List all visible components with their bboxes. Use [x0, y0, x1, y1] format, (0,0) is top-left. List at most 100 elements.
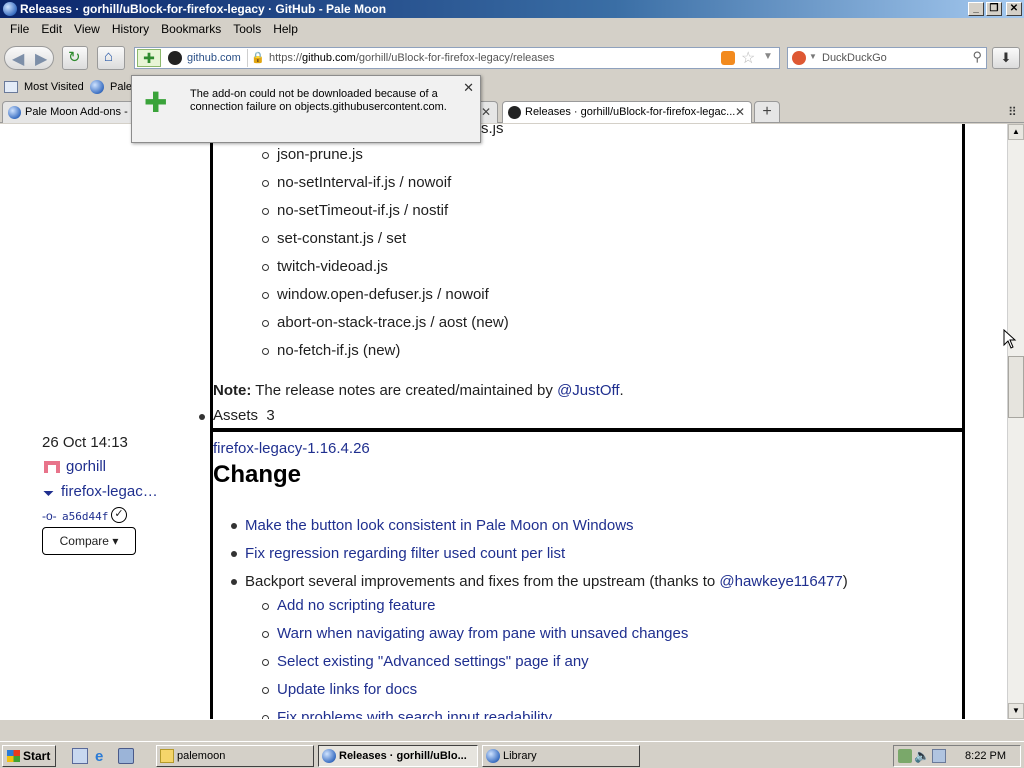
subchange-link[interactable]: Fix problems with search input readabili… [277, 709, 552, 719]
bookmark-star-icon[interactable]: ☆ [741, 48, 755, 68]
subchange-link[interactable]: Add no scripting feature [277, 597, 435, 614]
bookmark-pale[interactable]: Pale [110, 81, 132, 93]
list-item: twitch-videoad.js [277, 258, 388, 275]
bullet-circle [262, 659, 269, 666]
hawkeye-link[interactable]: @hawkeye116477 [719, 573, 842, 590]
page-content: s.js json-prune.js no-setInterval-if.js … [0, 124, 1007, 719]
change-link[interactable]: Fix regression regarding filter used cou… [245, 545, 565, 562]
verified-check-icon: ✓ [111, 507, 127, 523]
search-engine-dropdown-icon[interactable]: ▼ [809, 52, 817, 61]
scroll-thumb[interactable] [1008, 356, 1024, 418]
site-identity[interactable]: github.com [165, 49, 248, 67]
new-tab-button[interactable]: + [754, 101, 780, 123]
close-window-button[interactable]: ✕ [1006, 2, 1022, 16]
change-item: Backport several improvements and fixes … [245, 573, 848, 590]
close-tab-icon[interactable]: ✕ [481, 105, 491, 119]
url-dropdown-icon[interactable]: ▼ [763, 51, 773, 62]
release-note: Note: The release notes are created/main… [213, 382, 624, 399]
list-item: abort-on-stack-trace.js / aost (new) [277, 314, 509, 331]
menu-file[interactable]: File [4, 22, 35, 36]
release-border-right-2 [962, 430, 965, 719]
menu-tools[interactable]: Tools [227, 22, 267, 36]
tray-app-icon[interactable] [932, 749, 946, 763]
back-forward-button[interactable]: ◀ ▶ [4, 46, 54, 70]
home-button[interactable]: ⌂ [97, 46, 125, 70]
quicklaunch-app-icon[interactable] [118, 748, 134, 764]
bullet-circle [262, 687, 269, 694]
show-desktop-icon[interactable] [72, 748, 88, 764]
volume-icon[interactable]: 🔈 [914, 748, 930, 764]
reload-button[interactable]: ↻ [62, 46, 88, 70]
status-bar [0, 719, 1024, 740]
tab-list-icon[interactable]: ⠿ [1008, 105, 1017, 119]
list-item: window.open-defuser.js / nowoif [277, 286, 489, 303]
addon-puzzle-icon[interactable]: ✚ [137, 49, 161, 67]
mouse-cursor-icon [1003, 329, 1017, 349]
network-icon[interactable] [898, 749, 912, 763]
subchange-link[interactable]: Select existing "Advanced settings" page… [277, 653, 589, 670]
downloads-button[interactable]: ⬇ [992, 47, 1020, 69]
popup-close-icon[interactable]: ✕ [463, 80, 474, 96]
compare-button[interactable]: Compare ▾ [42, 527, 136, 555]
internet-explorer-icon[interactable]: e [95, 748, 111, 765]
scroll-up-icon[interactable]: ▲ [1008, 124, 1024, 140]
commit-link[interactable]: a56d44f [62, 510, 108, 523]
tag-link[interactable]: firefox-legac… [61, 483, 158, 500]
subchange-link[interactable]: Update links for docs [277, 681, 417, 698]
task-library[interactable]: Library [482, 745, 640, 767]
windows-flag-icon [7, 750, 20, 762]
menu-edit[interactable]: Edit [35, 22, 68, 36]
address-bar[interactable]: ✚ github.com 🔒 https://github.com/gorhil… [134, 47, 780, 69]
bullet-circle [262, 292, 269, 299]
caret-down-icon: ▾ [112, 534, 119, 548]
back-arrow-icon[interactable]: ◀ [12, 49, 24, 69]
duckduckgo-icon[interactable] [792, 51, 806, 65]
change-link[interactable]: Make the button look consistent in Pale … [245, 517, 634, 534]
close-tab-icon[interactable]: ✕ [735, 105, 745, 119]
url-text[interactable]: https://github.com/gorhill/uBlock-for-fi… [269, 48, 555, 68]
tab-releases[interactable]: Releases · gorhill/uBlock-for-firefox-le… [502, 101, 752, 123]
list-item: no-setTimeout-if.js / nostif [277, 202, 449, 219]
author-avatar-icon [44, 460, 60, 473]
vertical-scrollbar[interactable]: ▲ ▼ [1007, 124, 1024, 719]
tag-icon: ⏷ [43, 485, 55, 501]
scroll-down-icon[interactable]: ▼ [1008, 703, 1024, 719]
github-icon [168, 51, 182, 65]
author-link[interactable]: gorhill [66, 458, 106, 475]
folder-icon [160, 749, 174, 763]
menu-bookmarks[interactable]: Bookmarks [155, 22, 227, 36]
bookmark-most-visited[interactable]: Most Visited [24, 81, 84, 93]
partial-list-item: s.js [481, 124, 504, 137]
bullet-circle [262, 631, 269, 638]
rss-icon[interactable] [721, 51, 735, 65]
commit-icon: -o- [42, 509, 57, 523]
download-arrow-icon: ⬇ [1000, 50, 1012, 65]
menu-history[interactable]: History [106, 22, 155, 36]
task-palemoon-folder[interactable]: palemoon [156, 745, 314, 767]
bullet-circle [262, 180, 269, 187]
search-icon[interactable]: ⚲ [972, 49, 982, 65]
list-item: set-constant.js / set [277, 230, 407, 247]
library-task-icon [486, 749, 500, 763]
release-heading: Change [213, 461, 302, 488]
window-titlebar: Releases · gorhill/uBlock-for-firefox-le… [0, 0, 1024, 18]
clock[interactable]: 8:22 PM [965, 746, 1006, 766]
release-tag-link[interactable]: firefox-legacy-1.16.4.26 [213, 440, 370, 457]
most-visited-icon [4, 81, 18, 93]
task-releases-window[interactable]: Releases · gorhill/uBlo... [318, 745, 478, 767]
restore-button[interactable]: ❐ [986, 2, 1002, 16]
bullet-disc [199, 414, 205, 420]
justoff-link[interactable]: @JustOff [557, 382, 619, 399]
assets-toggle[interactable]: Assets 3 [213, 407, 275, 424]
start-button[interactable]: Start [2, 745, 56, 767]
menu-help[interactable]: Help [267, 22, 304, 36]
bullet-circle [262, 152, 269, 159]
menu-view[interactable]: View [68, 22, 106, 36]
search-input[interactable]: ▼ DuckDuckGo ⚲ [787, 47, 987, 69]
forward-arrow-icon[interactable]: ▶ [35, 49, 47, 69]
reload-icon: ↻ [68, 49, 81, 66]
puzzle-piece-icon: ✚ [144, 87, 168, 118]
github-tab-icon [508, 106, 521, 119]
minimize-button[interactable]: _ [968, 2, 984, 16]
subchange-link[interactable]: Warn when navigating away from pane with… [277, 625, 688, 642]
